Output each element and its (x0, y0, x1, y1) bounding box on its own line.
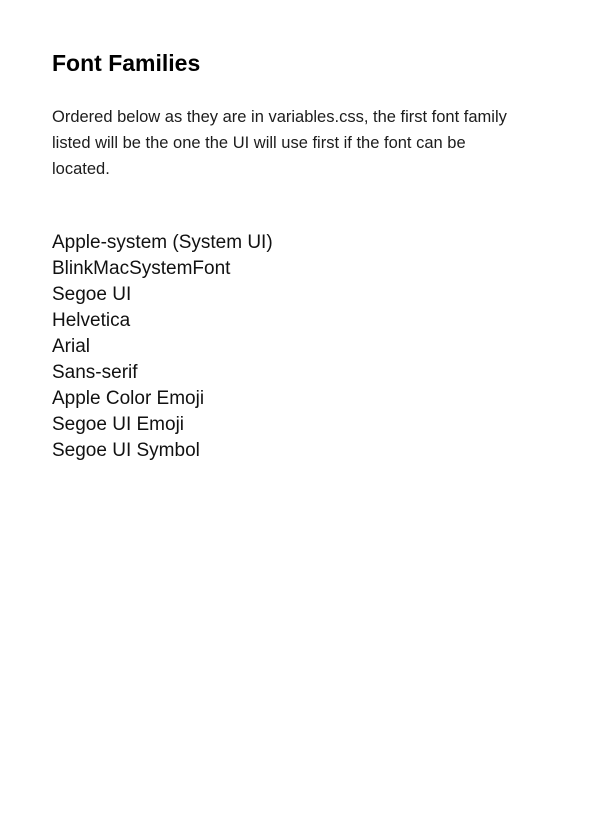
font-family-item: Segoe UI Symbol (52, 440, 200, 461)
page-title: Font Families (52, 50, 201, 76)
font-family-list: Apple-system (System UI) BlinkMacSystemF… (52, 230, 542, 464)
font-family-item: BlinkMacSystemFont (52, 258, 231, 279)
font-family-item: Helvetica (52, 310, 131, 331)
font-family-item: Apple-system (System UI) (52, 232, 273, 253)
font-family-item: Arial (52, 336, 91, 357)
intro-paragraph: Ordered below as they are in variables.c… (52, 108, 507, 178)
font-family-item: Apple Color Emoji (52, 388, 205, 409)
font-family-item: Segoe UI (52, 284, 132, 305)
font-family-item: Sans-serif (52, 362, 138, 383)
font-family-item: Segoe UI Emoji (52, 414, 185, 435)
document-page: Font Families Ordered below as they are … (0, 0, 594, 840)
